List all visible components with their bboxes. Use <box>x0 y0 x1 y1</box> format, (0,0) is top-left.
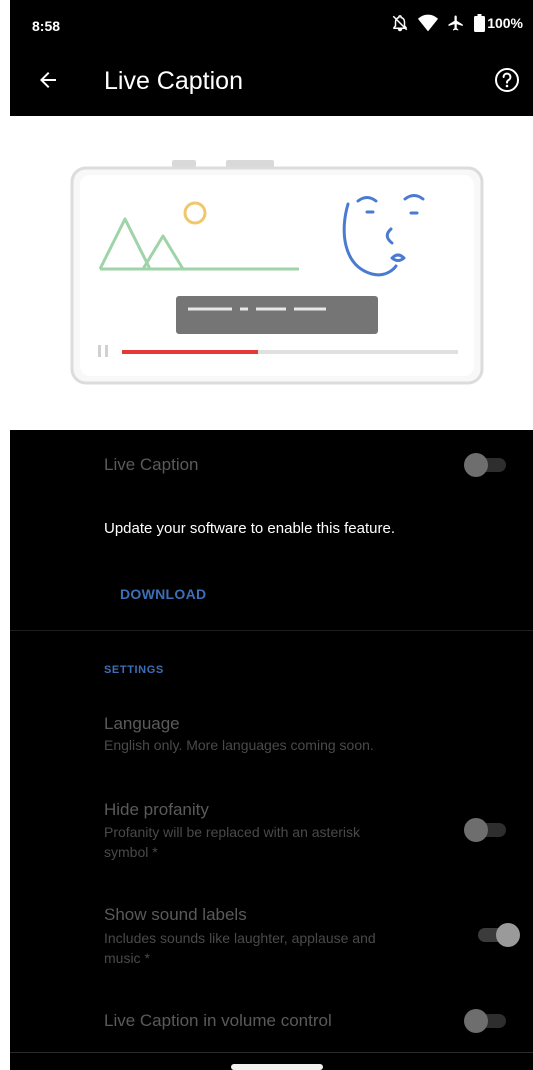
phone-screen: 8:58 100% Live Caption Live Caption Upda… <box>10 0 533 1070</box>
settings-list: Live Caption Update your software to ena… <box>10 430 533 1070</box>
switch-thumb <box>496 923 520 947</box>
switch-thumb <box>464 453 488 477</box>
live-caption-label: Live Caption <box>104 455 199 474</box>
help-button[interactable] <box>489 62 525 98</box>
wifi-icon <box>418 14 439 32</box>
battery-icon: 100% <box>474 14 523 32</box>
page-title: Live Caption <box>104 67 243 95</box>
sound-labels-summary-line2: music * <box>104 950 150 966</box>
status-bar: 8:58 100% <box>10 0 533 48</box>
volume-control-title: Live Caption in volume control <box>104 1011 332 1030</box>
settings-section-header: SETTINGS <box>104 664 164 676</box>
sound-labels-summary-line1: Includes sounds like laughter, applause … <box>104 930 376 946</box>
switch-thumb <box>464 818 488 842</box>
battery-percent: 100% <box>487 15 523 31</box>
divider <box>10 630 533 631</box>
hide-profanity-switch[interactable] <box>464 816 510 842</box>
live-caption-switch[interactable] <box>464 451 510 477</box>
volume-control-switch[interactable] <box>464 1007 510 1033</box>
switch-thumb <box>464 1009 488 1033</box>
sound-labels-title: Show sound labels <box>104 905 247 924</box>
status-icons: 100% <box>391 14 523 32</box>
illustration-panel <box>10 116 533 430</box>
status-time: 8:58 <box>32 18 61 34</box>
download-button[interactable]: DOWNLOAD <box>120 586 206 602</box>
back-button[interactable] <box>30 62 66 98</box>
hide-profanity-summary-line2: symbol * <box>104 844 158 860</box>
nav-divider <box>10 1052 533 1053</box>
help-circle-icon <box>495 68 519 92</box>
live-caption-illustration <box>70 160 484 385</box>
hide-profanity-title: Hide profanity <box>104 800 209 819</box>
airplane-icon <box>447 14 465 32</box>
arrow-back-icon <box>40 72 56 88</box>
gesture-nav-handle[interactable] <box>231 1064 323 1070</box>
mute-off-icon <box>391 14 409 32</box>
language-summary: English only. More languages coming soon… <box>104 737 374 753</box>
hide-profanity-summary-line1: Profanity will be replaced with an aster… <box>104 824 361 840</box>
sound-labels-switch[interactable] <box>474 921 520 947</box>
language-title: Language <box>104 714 180 733</box>
update-message: Update your software to enable this feat… <box>104 520 396 537</box>
app-bar: Live Caption <box>10 48 533 116</box>
